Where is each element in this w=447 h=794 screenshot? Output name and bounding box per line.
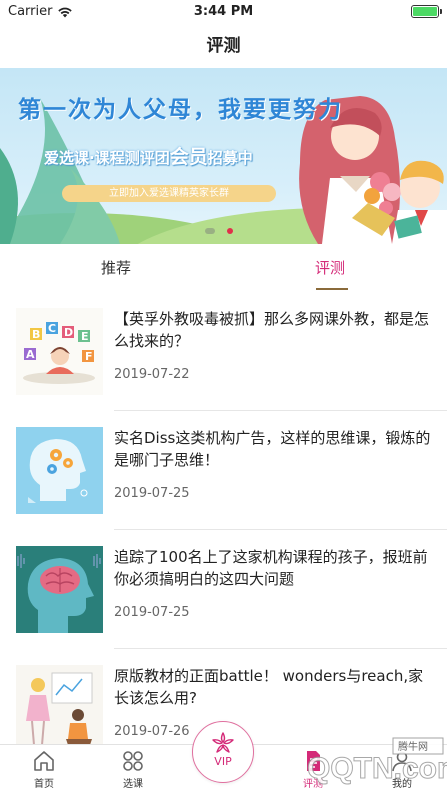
svg-text:A: A (26, 348, 35, 361)
article-title: 追踪了100名上了这家机构课程的孩子，报班前你必须搞明白的这四大问题 (114, 548, 428, 588)
tab-review[interactable]: 评测 (290, 244, 370, 292)
banner-subtitle-prefix: 爱选课·课程测评团 (44, 149, 170, 167)
user-icon (392, 751, 412, 772)
tabbar-home[interactable]: 首页 (14, 749, 74, 790)
article-thumbnail (16, 546, 103, 633)
vip-button[interactable]: VIP (192, 721, 254, 783)
teacher-student-illustration (16, 665, 103, 752)
status-bar: Carrier 3:44 PM (0, 0, 447, 24)
vip-label: VIP (214, 755, 232, 768)
tabbar-profile-label: 我的 (392, 779, 412, 790)
status-time: 3:44 PM (193, 4, 254, 19)
svg-text:E: E (81, 330, 89, 343)
active-tab-indicator (316, 288, 348, 290)
banner-subtitle-suffix: 招募中 (207, 149, 253, 167)
article-date: 2019-07-25 (114, 605, 190, 620)
head-gears-illustration (16, 427, 103, 514)
svg-text:F: F (85, 350, 93, 363)
tabbar-review[interactable]: 评测 (283, 749, 343, 790)
tabbar-courses[interactable]: 选课 (103, 749, 163, 790)
banner-subtitle: 爱选课·课程测评团会员招募中 (44, 142, 253, 169)
article-item[interactable]: B C D E A F 【英孚外教吸毒被抓】那么多网课外教，都是怎么找来的？ 2… (0, 292, 447, 411)
tabbar-home-label: 首页 (34, 779, 54, 790)
article-thumbnail (16, 665, 103, 752)
article-list: B C D E A F 【英孚外教吸毒被抓】那么多网课外教，都是怎么找来的？ 2… (0, 292, 447, 768)
tabbar-profile[interactable]: 我的 (372, 749, 432, 790)
page-title: 评测 (206, 36, 241, 56)
tabbar-courses-label: 选课 (123, 779, 143, 790)
carousel-dot-active[interactable] (227, 228, 233, 234)
carousel-indicator (205, 228, 233, 234)
svg-text:B: B (32, 328, 40, 341)
banner-headline: 第一次为人父母，我要更努力 (18, 96, 343, 123)
article-thumbnail: B C D E A F (16, 308, 103, 395)
article-item[interactable]: 追踪了100名上了这家机构课程的孩子，报班前你必须搞明白的这四大问题 2019-… (0, 530, 447, 649)
battery-icon (411, 5, 442, 18)
segment-tabs: 推荐 评测 (0, 244, 447, 292)
article-title: 实名Diss这类机构广告，这样的思维课，锻炼的是哪门子思维！ (114, 429, 431, 469)
carousel-dot[interactable] (205, 228, 215, 234)
banner-subtitle-emphasis: 会员 (169, 146, 208, 168)
bottom-tab-bar: 首页 选课 VIP 评测 我的 (0, 721, 447, 794)
vip-flower-icon (212, 732, 234, 753)
banner-join-pill[interactable]: 立即加入爱选课精英家长群 (62, 185, 276, 202)
tab-recommend[interactable]: 推荐 (76, 244, 156, 292)
brain-head-illustration (16, 546, 103, 633)
article-date: 2019-07-26 (114, 724, 190, 739)
promo-banner[interactable]: 第一次为人父母，我要更努力 爱选课·课程测评团会员招募中 立即加入爱选课精英家长… (0, 68, 447, 244)
home-icon (34, 751, 54, 771)
article-thumbnail (16, 427, 103, 514)
document-icon (307, 751, 320, 771)
article-date: 2019-07-25 (114, 486, 190, 501)
article-title: 【英孚外教吸毒被抓】那么多网课外教，都是怎么找来的？ (114, 310, 430, 350)
svg-text:D: D (64, 326, 73, 339)
abc-letters-illustration: B C D E A F (16, 308, 103, 395)
svg-text:C: C (48, 322, 56, 335)
article-item[interactable]: 实名Diss这类机构广告，这样的思维课，锻炼的是哪门子思维！ 2019-07-2… (0, 411, 447, 530)
grid-icon (123, 751, 143, 771)
article-title: 原版教材的正面battle！ wonders与reach,家长该怎么用? (114, 667, 424, 707)
tabbar-review-label: 评测 (303, 779, 323, 790)
article-date: 2019-07-22 (114, 367, 190, 382)
